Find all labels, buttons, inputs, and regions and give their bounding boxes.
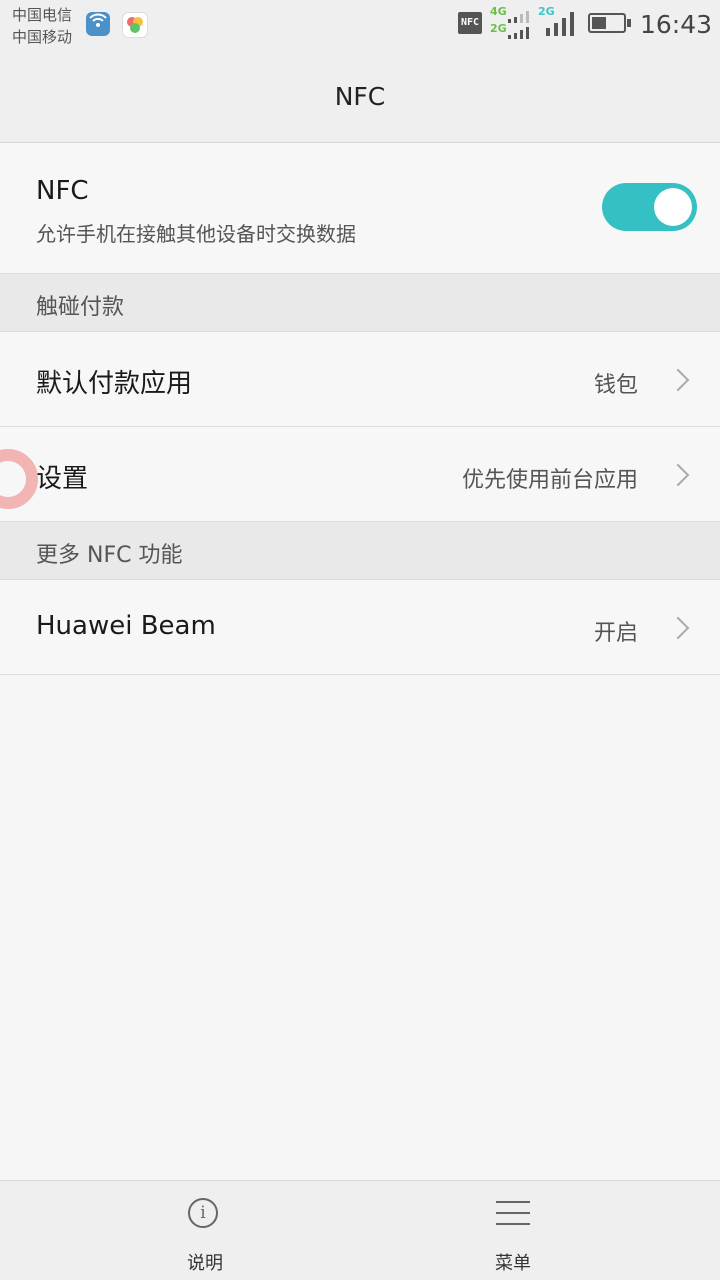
chevron-right-icon xyxy=(666,616,690,640)
bottom-action-bar: i 说明 菜单 xyxy=(0,1180,720,1280)
info-icon: i xyxy=(188,1198,218,1228)
nfc-toggle-title: NFC xyxy=(36,176,89,206)
huawei-beam-title: Huawei Beam xyxy=(36,611,216,641)
carrier-names: 中国电信 中国移动 xyxy=(12,4,72,48)
section-header-tap-pay: 触碰付款 xyxy=(0,274,720,332)
network-4g-label: 4G xyxy=(490,5,507,18)
payment-settings-value: 优先使用前台应用 xyxy=(461,468,638,493)
wifi-app-notification-icon xyxy=(86,12,110,36)
menu-label: 菜单 xyxy=(495,1253,531,1274)
page-title: NFC xyxy=(334,82,386,111)
chevron-right-icon xyxy=(666,368,690,392)
section-title-more-nfc: 更多 NFC 功能 xyxy=(36,543,183,568)
signal-sim2-icon xyxy=(546,12,574,36)
photo-app-notification-icon xyxy=(122,12,148,38)
carrier-2: 中国移动 xyxy=(12,28,73,46)
nfc-toggle-row[interactable]: NFC 允许手机在接触其他设备时交换数据 xyxy=(0,143,720,274)
title-bar: NFC xyxy=(0,50,720,143)
default-payment-app-title: 默认付款应用 xyxy=(36,369,193,399)
section-header-more-nfc: 更多 NFC 功能 xyxy=(0,522,720,580)
nfc-status-icon: NFC xyxy=(458,12,482,34)
signal-sim1-icon xyxy=(508,11,529,39)
chevron-right-icon xyxy=(666,463,690,487)
section-title-tap-pay: 触碰付款 xyxy=(36,295,125,320)
battery-icon xyxy=(588,13,626,33)
carrier-1: 中国电信 xyxy=(12,6,73,24)
network-2g-label-sim1: 2G xyxy=(490,22,507,35)
status-bar: 中国电信 中国移动 NFC 4G 2G 2G 16:43 xyxy=(0,0,720,50)
nfc-switch-knob xyxy=(654,188,692,226)
nfc-switch[interactable] xyxy=(602,183,697,231)
battery-tip xyxy=(627,19,631,27)
default-payment-app-value: 钱包 xyxy=(593,373,638,398)
nfc-settings-screen: 中国电信 中国移动 NFC 4G 2G 2G 16:43 NFC NFC 允许手… xyxy=(0,0,720,1280)
status-clock: 16:43 xyxy=(640,10,713,39)
help-button[interactable]: i 说明 xyxy=(105,1181,305,1280)
default-payment-app-row[interactable]: 默认付款应用 钱包 xyxy=(0,332,720,427)
battery-level-fill xyxy=(592,17,606,29)
payment-settings-row[interactable]: 设置 优先使用前台应用 xyxy=(0,427,720,522)
menu-button[interactable]: 菜单 xyxy=(413,1181,613,1280)
huawei-beam-value: 开启 xyxy=(593,621,638,646)
payment-settings-title: 设置 xyxy=(36,464,89,494)
menu-icon xyxy=(496,1201,530,1225)
huawei-beam-row[interactable]: Huawei Beam 开启 xyxy=(0,580,720,675)
nfc-toggle-description: 允许手机在接触其他设备时交换数据 xyxy=(36,222,356,246)
help-label: 说明 xyxy=(187,1253,223,1274)
